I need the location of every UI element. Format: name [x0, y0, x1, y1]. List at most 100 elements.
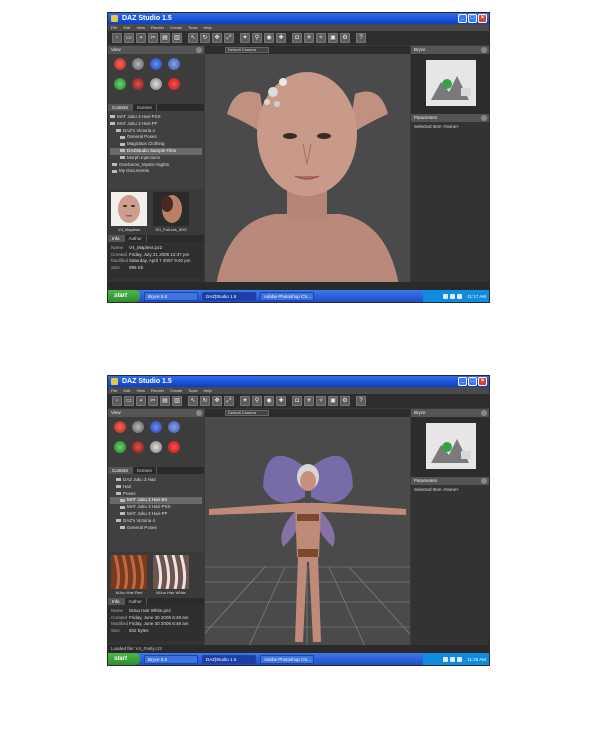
panel-close-icon[interactable]: [481, 115, 487, 121]
panel-close-icon[interactable]: [481, 410, 487, 416]
minimize-button[interactable]: _: [458, 377, 467, 386]
tab-content[interactable]: Content: [108, 104, 133, 111]
scale-icon[interactable]: ⤢: [224, 33, 234, 43]
render-icon[interactable]: ▣: [328, 33, 338, 43]
camera-icon[interactable]: ◘: [292, 33, 302, 43]
maximize-button[interactable]: □: [468, 14, 477, 23]
orbit-view-icon[interactable]: [150, 58, 162, 70]
3d-viewport[interactable]: Default Camera: [205, 409, 410, 645]
frame-icon[interactable]: [150, 441, 162, 453]
help-icon[interactable]: ?: [356, 33, 366, 43]
menu-create[interactable]: Create: [170, 24, 182, 31]
tray-icon[interactable]: [443, 656, 449, 662]
orbit-view-icon[interactable]: [150, 421, 162, 433]
viewport-canvas[interactable]: [205, 417, 410, 645]
tree-item[interactable]: MAT Juku 3 Hair-PF: [110, 121, 202, 128]
camera-select[interactable]: Default Camera: [225, 410, 269, 416]
minimize-button[interactable]: _: [458, 14, 467, 23]
menu-tools[interactable]: Tools: [188, 24, 197, 31]
rotate-icon[interactable]: ↻: [200, 396, 210, 406]
help-icon[interactable]: ?: [356, 396, 366, 406]
cut-icon[interactable]: ✂: [148, 396, 158, 406]
open-file-icon[interactable]: ▭: [124, 33, 134, 43]
new-file-icon[interactable]: ▫: [112, 396, 122, 406]
tab-info[interactable]: Info: [108, 598, 125, 605]
menu-render[interactable]: Render: [151, 24, 164, 31]
spotlight-icon[interactable]: ✧: [316, 396, 326, 406]
tree-item[interactable]: MagicBox Clothing: [110, 141, 202, 148]
maximize-button[interactable]: □: [468, 377, 477, 386]
joint-icon[interactable]: ✦: [240, 396, 250, 406]
menu-tools[interactable]: Tools: [188, 387, 197, 394]
bryce-bridge[interactable]: [411, 54, 489, 114]
tree-item[interactable]: DAZ's Victoria 4: [110, 128, 202, 135]
tree-item[interactable]: DAZ's Victoria 4: [110, 518, 202, 525]
tray-icon[interactable]: [443, 293, 449, 299]
pan-view-icon[interactable]: [132, 58, 144, 70]
start-button[interactable]: start: [108, 653, 140, 665]
rotate-view-icon[interactable]: [114, 58, 126, 70]
copy-icon[interactable]: ▤: [160, 33, 170, 43]
paste-icon[interactable]: ▥: [172, 396, 182, 406]
taskbar-item[interactable]: Adobe Photoshop CS...: [260, 291, 314, 301]
rotate-icon[interactable]: ↻: [200, 33, 210, 43]
tree-item-selected[interactable]: DAZStudio Sample Files: [110, 147, 202, 155]
menu-edit[interactable]: Edit: [123, 387, 130, 394]
tree-item[interactable]: Hair: [110, 484, 202, 491]
panel-close-icon[interactable]: [481, 47, 487, 53]
tree-item[interactable]: DAZ Juku 3 Hair: [110, 477, 202, 484]
tree-item[interactable]: General Poses: [110, 525, 202, 532]
tree-item[interactable]: OneDome_Mystic-Nights: [110, 162, 202, 169]
tab-author[interactable]: Author: [125, 235, 147, 242]
reset-view-icon[interactable]: [168, 78, 180, 90]
cut-icon[interactable]: ✂: [148, 33, 158, 43]
thumbnail-item[interactable]: MJuu Hair White: [153, 554, 189, 595]
menu-file[interactable]: File: [111, 387, 117, 394]
close-button[interactable]: ×: [478, 14, 487, 23]
panel-close-icon[interactable]: [481, 478, 487, 484]
point-at-icon[interactable]: ✚: [276, 396, 286, 406]
menu-file[interactable]: File: [111, 24, 117, 31]
save-icon[interactable]: ▪: [136, 396, 146, 406]
node-icon[interactable]: ◉: [264, 396, 274, 406]
camera-select[interactable]: Default Camera: [225, 47, 269, 53]
menu-create[interactable]: Create: [170, 387, 182, 394]
menu-view[interactable]: View: [136, 387, 145, 394]
point-at-icon[interactable]: ✚: [276, 33, 286, 43]
thumbnail-item[interactable]: SO_Full-res_5HS: [153, 192, 189, 232]
window-titlebar[interactable]: DAZ Studio 1.5 _ □ ×: [108, 376, 489, 387]
open-file-icon[interactable]: ▭: [124, 396, 134, 406]
dolly-icon[interactable]: [114, 441, 126, 453]
select-arrow-icon[interactable]: ↖: [188, 396, 198, 406]
menu-view[interactable]: View: [136, 24, 145, 31]
camera-icon[interactable]: ◘: [292, 396, 302, 406]
tree-item[interactable]: MAT Juku 3 Hair-PF: [110, 511, 202, 518]
taskbar-item[interactable]: DAZ|Studio 1.5: [202, 291, 256, 301]
tray-icon[interactable]: [450, 656, 456, 662]
roll-icon[interactable]: [132, 78, 144, 90]
menu-help[interactable]: Help: [203, 387, 211, 394]
tree-item[interactable]: MAT Juku 3 Hair-PSS: [110, 114, 202, 121]
spotlight-icon[interactable]: ✧: [316, 33, 326, 43]
menu-render[interactable]: Render: [151, 387, 164, 394]
close-button[interactable]: ×: [478, 377, 487, 386]
tray-icon[interactable]: [457, 656, 463, 662]
pan-view-icon[interactable]: [132, 421, 144, 433]
tree-item[interactable]: My Documents: [110, 168, 202, 175]
save-icon[interactable]: ▪: [136, 33, 146, 43]
scale-icon[interactable]: ⤢: [224, 396, 234, 406]
render-settings-icon[interactable]: ⚙: [340, 33, 350, 43]
select-arrow-icon[interactable]: ↖: [188, 33, 198, 43]
render-settings-icon[interactable]: ⚙: [340, 396, 350, 406]
node-icon[interactable]: ◉: [264, 33, 274, 43]
render-icon[interactable]: ▣: [328, 396, 338, 406]
tray-icon[interactable]: [450, 293, 456, 299]
frame-icon[interactable]: [150, 78, 162, 90]
window-titlebar[interactable]: DAZ Studio 1.5 _ □ ×: [108, 13, 489, 24]
bone-icon[interactable]: ⚲: [252, 33, 262, 43]
light-icon[interactable]: ☀: [304, 33, 314, 43]
tab-content[interactable]: Content: [108, 467, 133, 474]
translate-icon[interactable]: ✥: [212, 396, 222, 406]
tree-item[interactable]: Morph Injections: [110, 155, 202, 162]
tree-item[interactable]: Poses: [110, 491, 202, 498]
